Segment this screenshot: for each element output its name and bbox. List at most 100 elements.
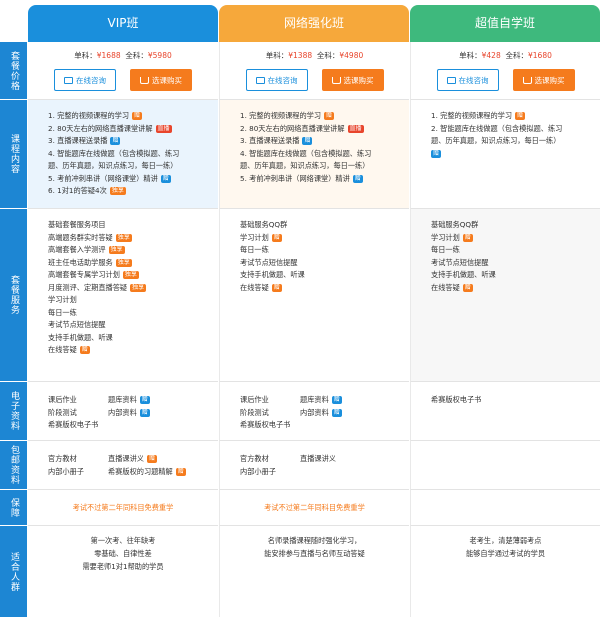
single-price: ¥1688: [96, 51, 121, 60]
service-line: 班主任电话助学服务 独享: [48, 257, 218, 270]
content-cell-net: 1. 完整的视频课程的学习赠 2. 80天左右的网络直播课堂讲解 直播 3. 直播…: [219, 100, 409, 209]
mail-item: 官方教材: [48, 454, 77, 463]
mail-cell-net: 官方教材 直播课讲义 内部小册子: [219, 441, 409, 490]
service-line: 考试节点短信提醒: [48, 320, 106, 329]
buy-label: 选课购买: [534, 75, 565, 85]
content-line: 1. 完整的视频课程的学习赠: [240, 110, 409, 123]
plan-title-self: 超值自学班: [410, 5, 600, 42]
buy-label: 选课购买: [152, 75, 182, 85]
content-cell-self: 1. 完整的视频课程的学习赠 2. 智能题库在线做题（包含模拟题、练习 题、历年…: [410, 100, 600, 209]
buy-button[interactable]: 选课购买: [321, 69, 384, 91]
give-tag: 赠: [132, 112, 143, 120]
content-text: 2. 80天左右的网络直播课堂讲解: [48, 123, 153, 133]
give-tag: 赠: [110, 137, 121, 145]
mail-cell-self: [410, 441, 600, 490]
service-line: 基础服务QQ群: [431, 220, 479, 229]
give-tag: 赠: [324, 112, 335, 120]
give-tag: 赠: [271, 283, 282, 292]
price-line: 单科：¥1388 全科：¥4980: [220, 50, 409, 61]
ebook-item: 课后作业: [48, 395, 77, 404]
consult-button[interactable]: 在线咨询: [245, 69, 308, 91]
all-price: ¥5980: [147, 51, 172, 60]
content-text: 3. 直播课程送录播: [48, 136, 108, 145]
service-line: 支持手机做题、听课: [240, 270, 305, 279]
service-line: 在线答疑赠: [48, 344, 218, 357]
exclusive-tag: 独享: [130, 283, 147, 292]
audience-line: 名师录播课程随时强化学习，: [267, 536, 362, 545]
exclusive-tag: 独享: [109, 187, 126, 195]
ebook-cell-self: 希赛版权电子书: [410, 382, 600, 441]
audience-cell-vip: 第一次考、往年缺考 零基础、自律性差 需要老师1对1帮助的学员: [28, 526, 218, 617]
content-line: 4. 智能题库在线做题（包含模拟题、练习: [48, 148, 180, 158]
service-line: 基础服务QQ群: [240, 220, 288, 229]
give-tag: 赠: [515, 112, 526, 120]
buy-button[interactable]: 选课购买: [130, 69, 192, 91]
buy-button[interactable]: 选课购买: [512, 69, 575, 91]
content-line: 1. 完整的视频课程的学习赠: [48, 110, 218, 123]
service-line: 每日一练: [240, 245, 269, 254]
section-label-service: 套餐服务: [0, 209, 27, 381]
give-tag: 赠: [271, 233, 282, 242]
exclusive-tag: 独享: [108, 246, 125, 254]
single-price: ¥1388: [288, 51, 313, 60]
all-label: 全科：: [316, 51, 340, 60]
service-line: 高端套餐专属学习计划 独享: [48, 269, 218, 282]
service-line: 在线答疑赠: [431, 282, 600, 295]
service-cell-self: 基础服务QQ群 学习计划赠 每日一练 考试节点短信提醒 支持手机做题、听课 在线…: [410, 209, 600, 382]
content-cell-vip: 1. 完整的视频课程的学习赠 2. 80天左右的网络直播课堂讲解 直播 3. 直播…: [28, 100, 218, 209]
chat-icon: [64, 76, 73, 84]
price-cell-self: 单科：¥428 全科：¥1680 在线咨询 选课购买: [410, 42, 600, 100]
service-text: 班主任电话助学服务: [48, 257, 113, 267]
content-line: 3. 直播课程送录播赠: [240, 135, 409, 148]
exclusive-tag: 独享: [115, 258, 132, 267]
section-label-ebook: 电子资料: [0, 382, 27, 440]
content-text: 6. 1对1的答疑4次: [48, 186, 107, 195]
ebook-cell-net: 课后作业 题库资料赠 阶段测试 内部资料赠 希赛版权电子书: [219, 382, 409, 441]
section-label-audience: 适合人群: [0, 526, 27, 617]
consult-label: 在线咨询: [267, 75, 298, 85]
content-line: 题、历年真题，知识点练习，每日一练）: [240, 161, 370, 170]
give-tag: 赠: [462, 233, 473, 242]
single-label: 单科：: [74, 51, 97, 60]
content-text: 3. 直播课程送录播: [240, 136, 300, 145]
content-line: 3. 直播课程送录播赠: [48, 135, 218, 148]
give-tag: 赠: [331, 396, 342, 404]
all-price: ¥4980: [339, 51, 364, 60]
cart-icon: [522, 76, 532, 84]
content-text: 5. 考前冲刺串讲（网络课堂）精讲: [48, 173, 158, 183]
service-text: 高端套餐专属学习计划: [48, 270, 120, 279]
content-line: 2. 智能题库在线做题（包含模拟题、练习: [431, 123, 563, 133]
ebook-item: 希赛版权电子书: [48, 420, 99, 429]
consult-button[interactable]: 在线咨询: [436, 69, 499, 91]
service-line: 支持手机做题、听课: [431, 270, 496, 279]
give-tag: 赠: [331, 408, 342, 417]
plan-title-net: 网络强化班: [219, 5, 409, 42]
service-line: 学习计划赠: [240, 232, 409, 245]
consult-button[interactable]: 在线咨询: [54, 69, 116, 91]
give-tag: 赠: [139, 408, 150, 417]
single-label: 单科：: [265, 51, 289, 60]
live-tag: 直播: [155, 124, 172, 133]
service-text: 学习计划: [240, 232, 269, 242]
content-line: 1. 完整的视频课程的学习赠: [431, 110, 600, 123]
service-line: 高端套餐入学测评 独享: [48, 244, 218, 257]
guarantee-cell-net: 考试不过第二年同科目免费重学: [219, 490, 409, 526]
service-line: 学习计划: [48, 295, 77, 304]
content-line: 2. 80天左右的网络直播课堂讲解 直播: [240, 123, 409, 136]
audience-line: 能安排参与直播与名师互动答疑: [264, 549, 365, 558]
section-label-price: 套餐价格: [0, 42, 27, 99]
content-line: 2. 80天左右的网络直播课堂讲解 直播: [48, 123, 218, 136]
ebook-text: 内部资料: [108, 407, 137, 417]
ebook-item: 阶段测试: [240, 407, 269, 417]
section-label-content: 课程内容: [0, 100, 27, 208]
give-tag: 赠: [79, 346, 90, 354]
mail-item: 官方教材: [240, 454, 269, 463]
service-line: 学习计划赠: [431, 232, 600, 245]
single-price: ¥428: [481, 51, 501, 60]
price-line: 单科：¥428 全科：¥1680: [411, 50, 600, 61]
consult-label: 在线咨询: [458, 75, 489, 85]
mail-item: 直播课讲义: [300, 454, 336, 463]
guarantee-cell-vip: 考试不过第二年同科目免费重学: [28, 490, 218, 526]
exclusive-tag: 独享: [122, 271, 139, 279]
buy-label: 选课购买: [343, 75, 374, 85]
